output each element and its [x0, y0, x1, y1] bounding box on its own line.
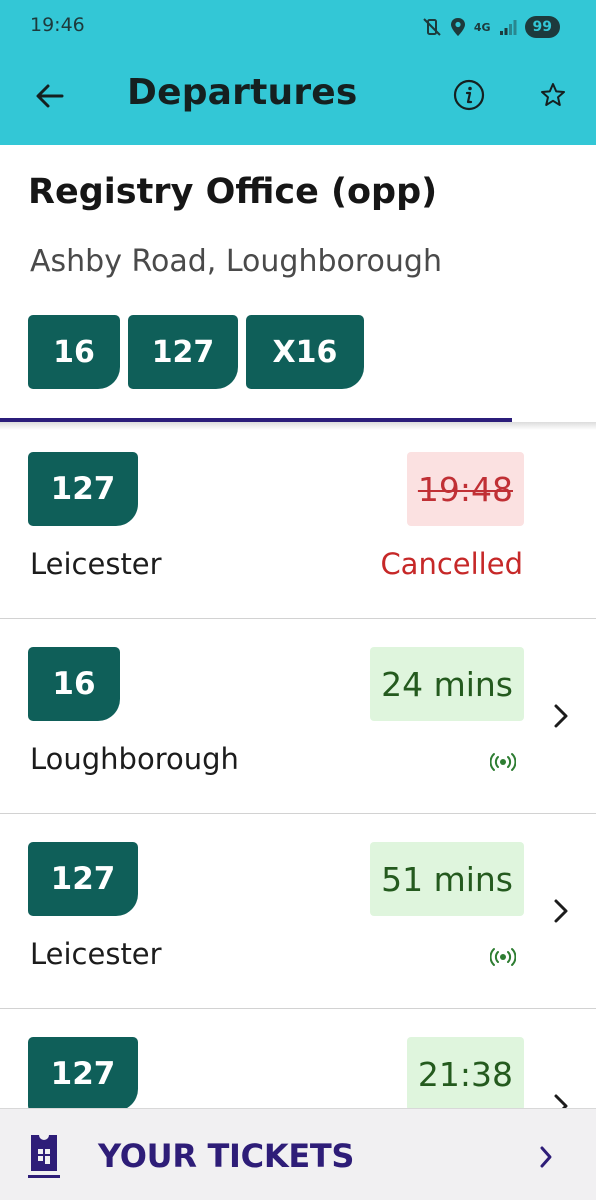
route-badge: 16	[28, 647, 120, 721]
info-icon	[453, 79, 485, 111]
stop-name: Registry Office (opp)	[28, 172, 438, 212]
back-button[interactable]	[26, 72, 74, 120]
destination-label: Loughborough	[30, 742, 239, 776]
ticket-icon	[28, 1135, 60, 1178]
route-badge: 127	[28, 842, 138, 916]
page-title: Departures	[127, 72, 358, 113]
departure-row[interactable]: 16 Loughborough 24 mins	[0, 619, 596, 814]
destination-label: Leicester	[30, 937, 162, 971]
route-chip[interactable]: 16	[28, 315, 120, 389]
chevron-right-icon	[540, 1146, 552, 1168]
your-tickets-label: YOUR TICKETS	[98, 1137, 355, 1175]
realtime-tracking-icon	[490, 948, 516, 966]
departure-row[interactable]: 127 Leicester 51 mins	[0, 814, 596, 1009]
status-time: 19:46	[30, 14, 85, 36]
star-outline-icon	[541, 83, 565, 106]
favourite-button[interactable]	[530, 72, 576, 118]
info-button[interactable]	[446, 72, 492, 118]
departure-time: 24 mins	[370, 647, 524, 721]
departure-time: 21:38	[406, 1037, 524, 1111]
route-filter-chips: 16 127 X16	[28, 315, 364, 389]
network-4g-icon: 4G	[473, 20, 491, 34]
stop-location: Ashby Road, Loughborough	[30, 244, 442, 279]
departure-time: 51 mins	[370, 842, 524, 916]
realtime-tracking-icon	[490, 753, 516, 771]
mute-vibrate-icon	[423, 18, 441, 36]
route-badge: 127	[28, 452, 138, 526]
status-label: Cancelled	[380, 547, 523, 581]
destination-label: Leicester	[30, 547, 162, 581]
battery-icon: 99	[524, 16, 560, 38]
app-header: 19:46 4G 99 Departures	[0, 0, 596, 145]
departure-time: 19:48	[406, 452, 524, 526]
arrow-left-icon	[36, 84, 64, 108]
route-chip[interactable]: X16	[246, 315, 364, 389]
departure-row[interactable]: 127 Leicester 19:48 Cancelled	[0, 424, 596, 619]
chevron-right-icon	[554, 704, 568, 728]
route-chip[interactable]: 127	[128, 315, 238, 389]
chevron-right-icon	[554, 899, 568, 923]
signal-icon	[499, 20, 517, 35]
your-tickets-bar[interactable]: YOUR TICKETS	[0, 1108, 596, 1200]
route-badge: 127	[28, 1037, 138, 1111]
location-icon	[450, 18, 465, 36]
status-icons: 4G 99	[422, 12, 560, 42]
